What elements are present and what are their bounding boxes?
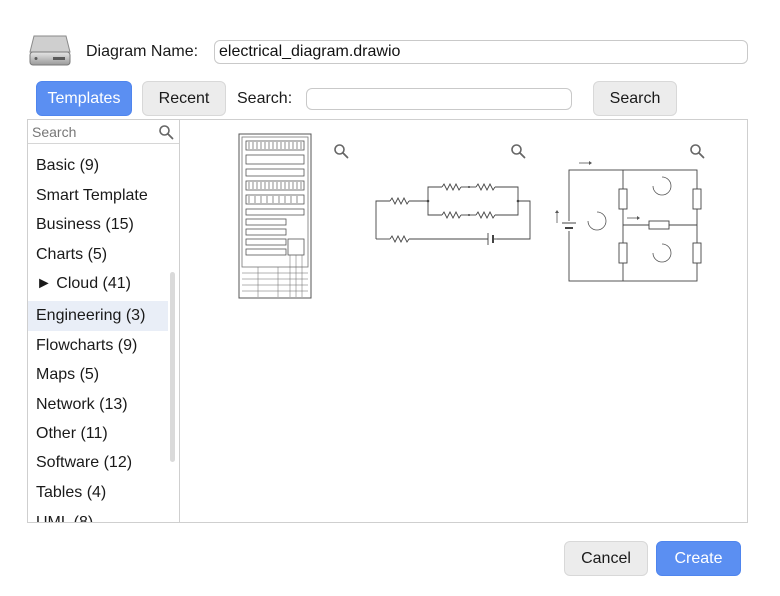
- recent-tab-button[interactable]: Recent: [142, 81, 226, 116]
- zoom-magnifier-icon[interactable]: [510, 143, 526, 159]
- diagram-name-input[interactable]: [214, 40, 748, 64]
- templates-tab-button[interactable]: Templates: [36, 81, 132, 116]
- cancel-button[interactable]: Cancel: [564, 541, 648, 576]
- resistor-circuit-template[interactable]: [372, 177, 540, 257]
- magnifier-icon: [159, 125, 174, 140]
- category-item[interactable]: UML (8): [28, 508, 168, 522]
- category-item[interactable]: Maps (5): [28, 360, 168, 390]
- category-item-selected[interactable]: Engineering (3): [28, 301, 168, 331]
- category-search-input[interactable]: [28, 120, 179, 144]
- diagram-name-label: Diagram Name:: [86, 43, 199, 60]
- category-item-expandable[interactable]: ► Cloud (41): [28, 269, 168, 299]
- category-item[interactable]: Smart Template: [28, 181, 168, 211]
- category-item[interactable]: Basic (9): [28, 151, 168, 181]
- zoom-magnifier-icon[interactable]: [689, 143, 705, 159]
- template-search-input[interactable]: [306, 88, 572, 110]
- search-label: Search:: [237, 90, 293, 107]
- category-item[interactable]: Charts (5): [28, 240, 168, 270]
- template-panel: Basic (9) Smart Template Business (15) C…: [27, 119, 748, 523]
- template-thumbnails: [180, 120, 747, 522]
- category-item[interactable]: Business (15): [28, 210, 168, 240]
- create-button[interactable]: Create: [656, 541, 741, 576]
- category-item[interactable]: Flowcharts (9): [28, 331, 168, 361]
- disk-drive-icon: [29, 35, 71, 66]
- category-item[interactable]: Software (12): [28, 448, 168, 478]
- zoom-magnifier-icon[interactable]: [333, 143, 349, 159]
- category-sidebar: Basic (9) Smart Template Business (15) C…: [28, 120, 180, 522]
- category-item[interactable]: Network (13): [28, 390, 168, 420]
- mesh-circuit-template[interactable]: [545, 155, 715, 283]
- search-button[interactable]: Search: [593, 81, 677, 116]
- category-item[interactable]: Other (11): [28, 419, 168, 449]
- sidebar-scrollbar[interactable]: [170, 272, 175, 462]
- category-item[interactable]: Tables (4): [28, 478, 168, 508]
- electrical-cabinet-template[interactable]: [238, 133, 312, 299]
